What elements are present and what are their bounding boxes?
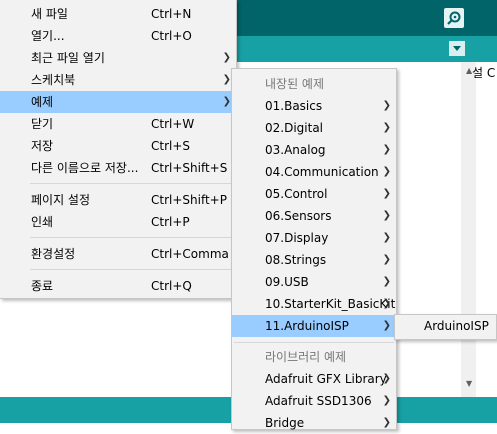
menu-item-label: 03.Analog [265, 143, 326, 157]
menu-item-label: Adafruit SSD1306 [265, 394, 372, 408]
menu-item-shortcut: Ctrl+Shift+P [151, 193, 227, 207]
submenu-arrow-icon: ❯ [382, 188, 391, 199]
submenu-arrow-icon: ❯ [222, 74, 231, 85]
menu-item-label: 예제 [31, 95, 54, 109]
menu-item-adafruit-gfx[interactable]: Adafruit GFX Library ❯ [232, 368, 396, 390]
menu-separator [30, 183, 234, 184]
submenu-arrow-icon: ❯ [382, 254, 391, 265]
submenu-arrow-icon: ❯ [382, 395, 391, 406]
scroll-down-arrow-icon[interactable]: ▼ [466, 379, 472, 388]
submenu-arrow-icon: ❯ [382, 100, 391, 111]
menu-header-label: 라이브러리 예제 [265, 350, 347, 364]
menu-item-label: 스케치북 [31, 73, 76, 87]
library-examples-header: 라이브러리 예제 [232, 346, 396, 368]
menu-item-sensors[interactable]: 06.Sensors ❯ [232, 205, 396, 227]
menu-item-label: 최근 파일 열기 [31, 51, 105, 65]
menu-item-label: 09.USB [265, 275, 309, 289]
editor-text: 설 C [472, 66, 496, 80]
menu-item-shortcut: Ctrl+Q [151, 279, 192, 293]
menu-item-bridge[interactable]: Bridge ❯ [232, 412, 396, 434]
menu-item-label: 05.Control [265, 187, 328, 201]
menu-item-page-setup[interactable]: 페이지 설정 Ctrl+Shift+P [0, 189, 236, 211]
menu-item-label: 다른 이름으로 저장... [31, 161, 139, 175]
menu-item-label: 02.Digital [265, 121, 324, 135]
submenu-arrow-icon: ❯ [382, 144, 391, 155]
builtin-examples-header: 내장된 예제 [232, 73, 396, 95]
menu-item-label: 종료 [31, 279, 54, 293]
menu-item-print[interactable]: 인쇄 Ctrl+P [0, 211, 236, 233]
menu-item-label: Adafruit GFX Library [265, 372, 387, 386]
menu-item-close[interactable]: 닫기 Ctrl+W [0, 113, 236, 135]
menu-item-label: Bridge [265, 416, 305, 430]
menu-item-starterkit[interactable]: 10.StarterKit_BasicKit ❯ [232, 293, 396, 315]
submenu-arrow-icon: ❯ [382, 373, 391, 384]
dropdown-triangle-icon [453, 46, 461, 51]
menu-item-shortcut: Ctrl+N [151, 7, 192, 21]
menu-item-label: 01.Basics [265, 99, 323, 113]
arduinoisp-submenu: ArduinoISP [394, 314, 497, 340]
menu-item-display[interactable]: 07.Display ❯ [232, 227, 396, 249]
menu-item-label: 환경설정 [31, 247, 76, 261]
menu-item-save-as[interactable]: 다른 이름으로 저장... Ctrl+Shift+S [0, 157, 236, 179]
menu-item-shortcut: Ctrl+O [151, 29, 192, 43]
menu-item-control[interactable]: 05.Control ❯ [232, 183, 396, 205]
submenu-arrow-icon: ❯ [222, 52, 231, 63]
submenu-arrow-icon: ❯ [382, 210, 391, 221]
serial-monitor-button[interactable] [444, 8, 464, 28]
menu-item-label: 새 파일 [31, 7, 68, 21]
menu-item-basics[interactable]: 01.Basics ❯ [232, 95, 396, 117]
menu-item-examples[interactable]: 예제 ❯ [0, 91, 236, 113]
menu-separator [234, 342, 394, 343]
menu-item-label: ArduinoISP [424, 319, 489, 333]
file-menu: 새 파일 Ctrl+N 열기... Ctrl+O 최근 파일 열기 ❯ 스케치북… [0, 0, 237, 299]
menu-separator [30, 237, 234, 238]
menu-item-arduinoisp-sketch[interactable]: ArduinoISP [395, 315, 496, 337]
menu-item-label: 닫기 [31, 117, 54, 131]
submenu-arrow-icon: ❯ [382, 417, 391, 428]
menu-item-label: 10.StarterKit_BasicKit [265, 297, 396, 311]
submenu-arrow-icon: ❯ [382, 232, 391, 243]
submenu-arrow-icon: ❯ [382, 320, 391, 331]
menu-item-preferences[interactable]: 환경설정 Ctrl+Comma [0, 243, 236, 265]
menu-item-analog[interactable]: 03.Analog ❯ [232, 139, 396, 161]
menu-item-new[interactable]: 새 파일 Ctrl+N [0, 3, 236, 25]
menu-separator [30, 269, 234, 270]
menu-item-open[interactable]: 열기... Ctrl+O [0, 25, 236, 47]
menu-item-strings[interactable]: 08.Strings ❯ [232, 249, 396, 271]
examples-submenu: 내장된 예제 01.Basics ❯ 02.Digital ❯ 03.Analo… [231, 68, 397, 430]
menu-item-label: 페이지 설정 [31, 193, 91, 207]
submenu-arrow-icon: ❯ [382, 298, 391, 309]
submenu-arrow-icon: ❯ [382, 276, 391, 287]
editor-scrollbar[interactable] [461, 62, 476, 398]
menu-item-label: 저장 [31, 139, 54, 153]
menu-item-label: 08.Strings [265, 253, 327, 267]
menu-item-label: 열기... [31, 29, 65, 43]
menu-item-sketchbook[interactable]: 스케치북 ❯ [0, 69, 236, 91]
submenu-arrow-icon: ❯ [222, 96, 231, 107]
menu-item-label: 인쇄 [31, 215, 54, 229]
menu-item-shortcut: Ctrl+P [151, 215, 190, 229]
menu-item-shortcut: Ctrl+Comma [151, 247, 229, 261]
menu-item-communication[interactable]: 04.Communication ❯ [232, 161, 396, 183]
menu-item-label: 11.ArduinoISP [265, 319, 349, 333]
tab-menu-button[interactable] [449, 41, 465, 56]
menu-item-label: 07.Display [265, 231, 329, 245]
menu-item-open-recent[interactable]: 최근 파일 열기 ❯ [0, 47, 236, 69]
menu-header-label: 내장된 예제 [265, 77, 325, 91]
menu-item-quit[interactable]: 종료 Ctrl+Q [0, 275, 236, 297]
serial-monitor-icon [447, 11, 461, 25]
menu-item-label: 04.Communication [265, 165, 379, 179]
menu-item-arduinoisp[interactable]: 11.ArduinoISP ❯ [232, 315, 396, 337]
menu-item-usb[interactable]: 09.USB ❯ [232, 271, 396, 293]
menu-item-shortcut: Ctrl+S [151, 139, 191, 153]
submenu-arrow-icon: ❯ [382, 166, 391, 177]
menu-item-shortcut: Ctrl+W [151, 117, 195, 131]
submenu-arrow-icon: ❯ [382, 122, 391, 133]
menu-item-adafruit-ssd1306[interactable]: Adafruit SSD1306 ❯ [232, 390, 396, 412]
menu-item-save[interactable]: 저장 Ctrl+S [0, 135, 236, 157]
menu-item-label: 06.Sensors [265, 209, 332, 223]
menu-item-shortcut: Ctrl+Shift+S [151, 161, 228, 175]
menu-item-digital[interactable]: 02.Digital ❯ [232, 117, 396, 139]
